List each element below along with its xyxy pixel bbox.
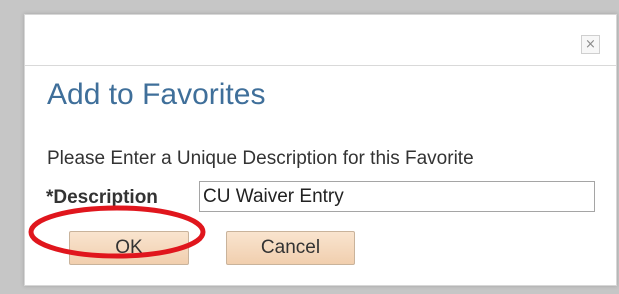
instruction-text: Please Enter a Unique Description for th… [47,148,474,169]
ok-button[interactable]: OK [69,231,189,265]
add-to-favorites-dialog: × Add to Favorites Please Enter a Unique… [24,14,617,286]
dialog-title: Add to Favorites [47,78,266,111]
description-label: *Description [46,187,158,208]
description-input[interactable] [199,181,595,212]
close-icon[interactable]: × [581,35,600,54]
cancel-button[interactable]: Cancel [226,231,355,265]
dialog-titlebar: × [25,15,616,66]
